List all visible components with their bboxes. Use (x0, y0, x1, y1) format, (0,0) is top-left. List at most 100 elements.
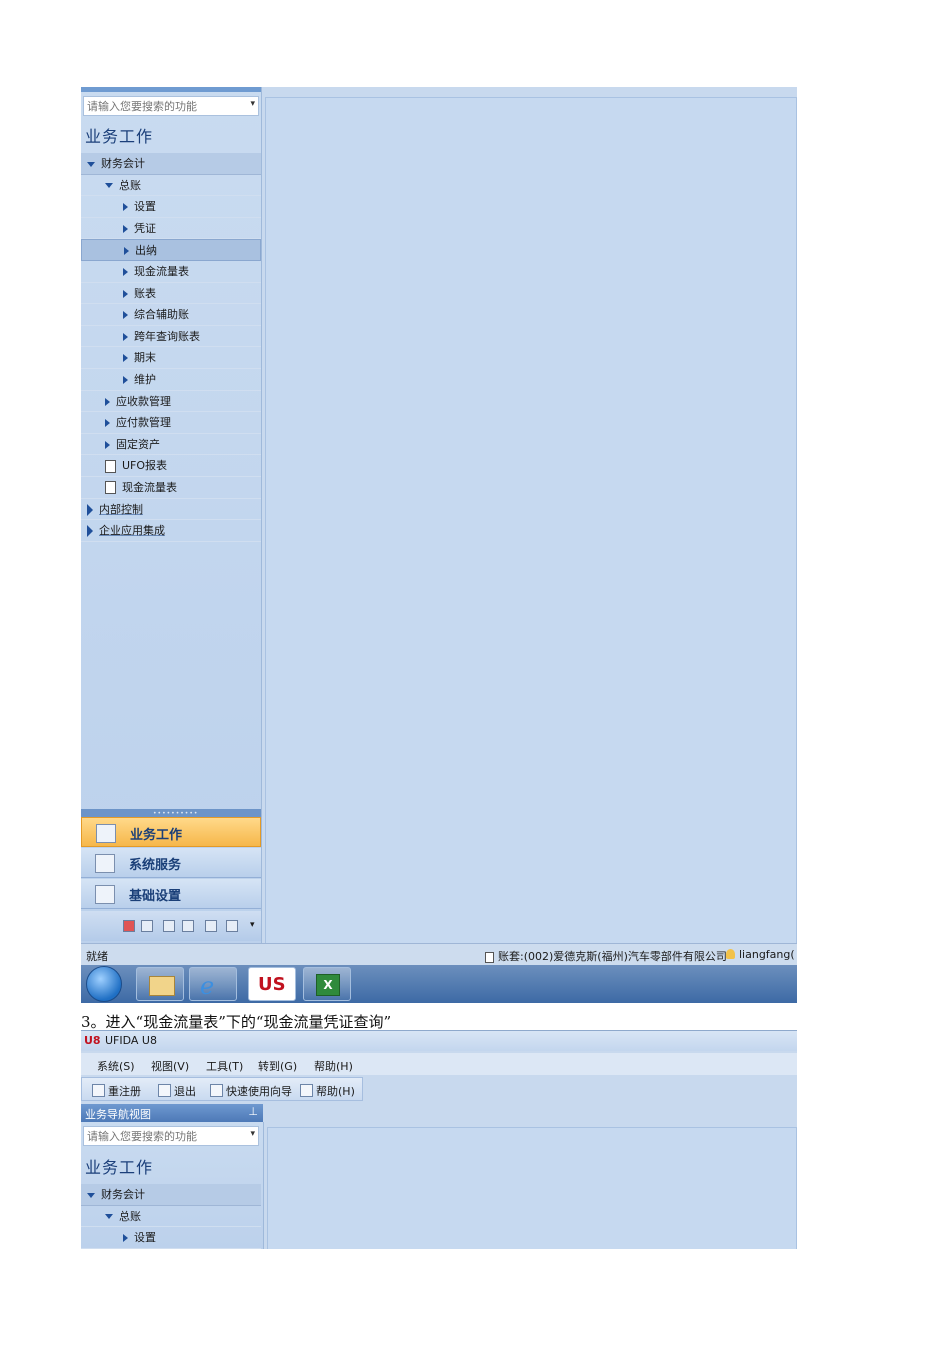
ie-icon[interactable]: e (189, 967, 237, 1001)
tree-item[interactable]: 综合辅助账 (81, 304, 261, 326)
tree-item[interactable]: 现金流量表 (81, 477, 261, 499)
tree-item[interactable]: 总账 (81, 175, 261, 197)
function-search-box[interactable]: ▾ (83, 96, 259, 116)
window-icon[interactable] (226, 920, 238, 932)
tree-item[interactable]: UFO报表 (81, 455, 261, 477)
function-search-box[interactable]: ▾ (83, 1126, 259, 1146)
module-button[interactable]: 基础设置 (81, 879, 261, 909)
tree-item-label: 总账 (119, 178, 141, 192)
tree-item[interactable]: 跨年查询账表 (81, 326, 261, 348)
menu-item[interactable]: 系统(S) (97, 1058, 135, 1074)
window-title: UFIDA U8 (105, 1034, 157, 1047)
start-orb-icon[interactable] (86, 966, 122, 1002)
tree-item-label: 固定资产 (116, 437, 160, 451)
tree-item[interactable]: 内部控制 (81, 499, 261, 521)
toolbar-button[interactable]: 快速使用向导 (210, 1083, 292, 1099)
tree-item-label: 现金流量表 (122, 480, 177, 494)
tree-item-label: 应付款管理 (116, 416, 171, 430)
tree-item[interactable]: 总账 (81, 1206, 261, 1228)
collapsed-arrow-icon[interactable] (123, 332, 128, 341)
chart-icon (96, 824, 116, 843)
tree-icon[interactable] (182, 920, 194, 932)
folder-icon[interactable] (136, 967, 184, 1001)
excel-icon[interactable]: X (303, 967, 351, 1001)
chevron-down-icon[interactable]: ▾ (250, 920, 255, 930)
menu-item[interactable]: 视图(V) (151, 1058, 189, 1074)
tree-item[interactable]: 出纳 (81, 239, 261, 261)
collapsed-arrow-icon[interactable] (105, 397, 110, 406)
user-icon (726, 949, 735, 959)
document-icon[interactable] (105, 481, 116, 495)
screenshot-u8-nav-expanded: ▾ 业务工作 财务会计总账设置凭证出纳现金流量表账表综合辅助账跨年查询账表期末维… (81, 87, 797, 1003)
expanded-arrow-icon[interactable] (105, 1214, 113, 1220)
collapsed-arrow-icon[interactable] (123, 375, 128, 384)
tree-item[interactable]: 财务会计 (81, 1184, 261, 1206)
collapsed-arrow-icon[interactable] (123, 289, 128, 298)
main-workspace (265, 97, 797, 945)
toolbar-button-label: 帮助(H) (316, 1085, 355, 1098)
collapsed-arrow-icon[interactable] (123, 1234, 128, 1243)
copy-icon[interactable] (205, 920, 217, 932)
expanded-arrow-icon[interactable] (105, 183, 113, 189)
tree-item[interactable]: 应付款管理 (81, 412, 261, 434)
table-icon[interactable] (163, 920, 175, 932)
tree-item-label: 现金流量表 (134, 264, 189, 278)
module-button-label: 基础设置 (129, 889, 182, 904)
collapsed-arrow-icon[interactable] (105, 440, 110, 449)
exit-icon (158, 1084, 171, 1097)
chevron-down-icon[interactable]: ▾ (250, 99, 255, 109)
expanded-arrow-icon[interactable] (87, 161, 95, 167)
collapsed-arrow-icon[interactable] (87, 503, 93, 516)
menu-item[interactable]: 帮助(H) (314, 1058, 353, 1074)
menu-item[interactable]: 转到(G) (258, 1058, 297, 1074)
red-square-icon[interactable] (123, 920, 135, 932)
tree-item[interactable]: 财务会计 (81, 153, 261, 175)
tree-item[interactable]: 设置 (81, 196, 261, 218)
module-button[interactable]: 系统服务 (81, 848, 261, 878)
menu-item[interactable]: 工具(T) (206, 1058, 243, 1074)
tree-item[interactable]: 凭证 (81, 218, 261, 240)
toolbar-button[interactable]: 重注册 (92, 1083, 141, 1099)
tree-item[interactable]: 现金流量表 (81, 261, 261, 283)
collapsed-arrow-icon[interactable] (105, 419, 110, 428)
pin-icon[interactable]: ⊥ (248, 1105, 258, 1118)
tree-item[interactable]: 期末 (81, 347, 261, 369)
tree-item[interactable]: 维护 (81, 369, 261, 391)
tree-item-label: 应收款管理 (116, 394, 171, 408)
collapsed-arrow-icon[interactable] (123, 224, 128, 233)
status-bar: 就绪 账套:(002)爱德克斯(福州)汽车零部件有限公司 liangfang( (81, 943, 797, 966)
tree-item[interactable]: 应收款管理 (81, 391, 261, 413)
document-icon[interactable] (105, 459, 116, 473)
module-button[interactable]: 业务工作 (81, 817, 261, 847)
page-icon[interactable] (141, 920, 153, 932)
user-label: liangfang( (739, 948, 795, 961)
toolbar-button[interactable]: 退出 (158, 1083, 196, 1099)
tree-item[interactable]: 固定资产 (81, 434, 261, 456)
tree-item-label: 跨年查询账表 (134, 329, 200, 343)
tree-item[interactable]: 企业应用集成 (81, 520, 261, 542)
collapsed-arrow-icon[interactable] (123, 354, 128, 363)
tree-item-label: 维护 (134, 372, 156, 386)
collapsed-arrow-icon[interactable] (124, 247, 129, 256)
function-search-input[interactable] (84, 97, 237, 115)
tree-item-label: UFO报表 (122, 459, 168, 473)
window-titlebar: U8 UFIDA U8 (81, 1031, 797, 1051)
u8-icon[interactable]: US (248, 967, 296, 1001)
function-search-input[interactable] (84, 1127, 237, 1145)
nav-section-title: 业务工作 (85, 1158, 154, 1177)
tree-item[interactable]: 账表 (81, 283, 261, 305)
toolbar-button[interactable]: 帮助(H) (300, 1083, 355, 1099)
collapsed-arrow-icon[interactable] (123, 267, 128, 276)
collapsed-arrow-icon[interactable] (87, 525, 93, 538)
collapsed-arrow-icon[interactable] (123, 311, 128, 320)
tree-item[interactable]: 设置 (81, 1227, 261, 1249)
instruction-caption: 3。进入“现金流量表”下的“现金流量凭证查询” (81, 1013, 392, 1031)
pane-splitter[interactable]: •••••••••• (81, 809, 261, 817)
expanded-arrow-icon[interactable] (87, 1192, 95, 1198)
tree-item-label: 财务会计 (101, 157, 145, 170)
chevron-down-icon[interactable]: ▾ (250, 1129, 255, 1139)
function-tree: 财务会计 总账 设置 (81, 1184, 261, 1249)
tree-item-label: 账表 (134, 286, 156, 300)
tree-item-label: 出纳 (135, 244, 157, 258)
collapsed-arrow-icon[interactable] (123, 203, 128, 212)
